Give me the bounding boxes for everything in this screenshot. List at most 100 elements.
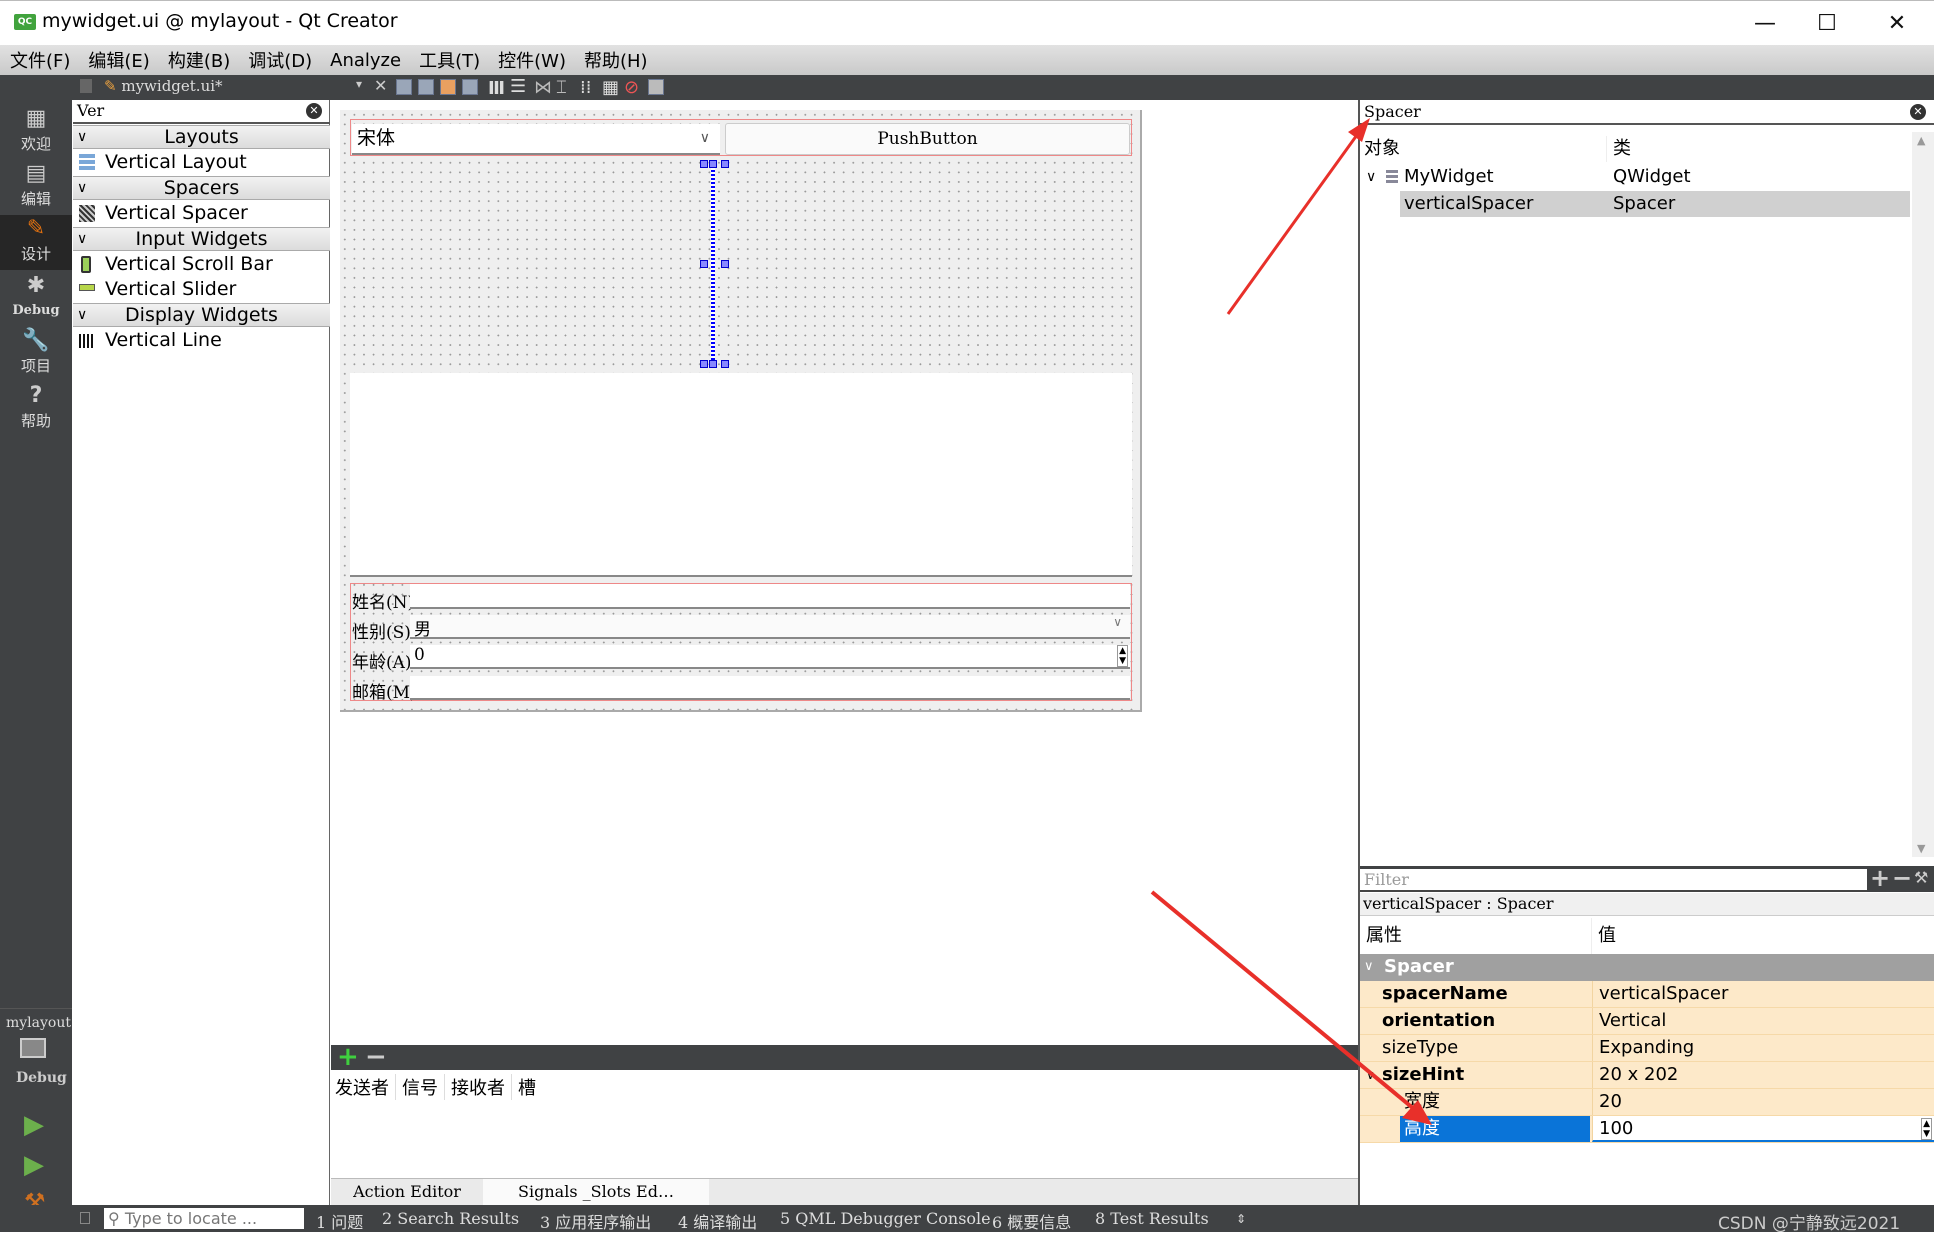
age-spin-box[interactable]: 0 ▲ ▼ <box>410 645 1130 669</box>
resize-handle[interactable] <box>700 260 708 268</box>
widget-vertical-scroll-bar[interactable]: Vertical Scroll Bar <box>73 252 330 277</box>
property-row[interactable]: 宽度 20 <box>1360 1089 1934 1116</box>
pane-qml-debugger-console[interactable]: 5 QML Debugger Console <box>780 1209 991 1228</box>
email-input[interactable] <box>410 676 1130 700</box>
widget-vertical-layout[interactable]: Vertical Layout <box>73 150 330 175</box>
run-icon[interactable]: ▶ <box>24 1110 44 1140</box>
menu-build[interactable]: 构建(B) <box>168 47 230 73</box>
menu-debug[interactable]: 调试(D) <box>248 47 312 73</box>
add-property-icon[interactable]: + <box>1870 864 1890 892</box>
more-panes-icon[interactable]: ⇕ <box>1236 1212 1246 1226</box>
pane-compile-output[interactable]: 4 编译输出 <box>678 1209 757 1233</box>
form-canvas[interactable]: 宋体 ∨ PushButton 姓名(N) 性别(S) 男 ∨ 年龄(A) 0 … <box>340 110 1142 712</box>
menu-tools[interactable]: 工具(T) <box>419 47 480 73</box>
category-input-widgets[interactable]: ∨ Input Widgets <box>73 227 330 251</box>
edit-signals-slots-icon[interactable] <box>418 79 434 95</box>
mode-projects[interactable]: 🔧 项目 <box>0 327 72 382</box>
menu-edit[interactable]: 编辑(E) <box>88 47 149 73</box>
resize-handle[interactable] <box>700 160 708 168</box>
resize-handle[interactable] <box>721 360 729 368</box>
document-dropdown-icon[interactable]: ▾ <box>356 77 362 91</box>
object-scrollbar[interactable]: ▲ ▼ <box>1912 132 1934 857</box>
category-display-widgets[interactable]: ∨ Display Widgets <box>73 303 330 327</box>
mode-edit[interactable]: ▤ 编辑 <box>0 160 72 215</box>
property-row[interactable]: 高度 100 ▲ ▼ <box>1360 1116 1934 1143</box>
property-value-input[interactable]: 100 <box>1592 1116 1934 1142</box>
spin-arrows-icon[interactable]: ▲ ▼ <box>1117 645 1128 667</box>
scroll-up-icon[interactable]: ▲ <box>1917 134 1925 147</box>
maximize-button[interactable]: ☐ <box>1792 1 1862 46</box>
column-value[interactable]: 值 <box>1592 918 1616 954</box>
widget-filter-input[interactable]: Ver <box>73 100 330 124</box>
menu-help[interactable]: 帮助(H) <box>584 47 648 73</box>
layout-v-splitter-icon[interactable]: ⌶ <box>556 77 567 98</box>
push-button[interactable]: PushButton <box>725 123 1130 155</box>
property-row[interactable]: sizeHint 20 x 202 ∨ <box>1360 1062 1934 1089</box>
column-receiver[interactable]: 接收者 <box>445 1074 512 1100</box>
toggle-sidebar-icon[interactable] <box>80 1212 90 1224</box>
menu-analyze[interactable]: Analyze <box>330 50 401 71</box>
resize-handle[interactable] <box>709 160 717 168</box>
mode-help[interactable]: ? 帮助 <box>0 382 72 437</box>
document-selector[interactable]: ✎ mywidget.ui* <box>104 77 223 95</box>
chevron-down-icon[interactable]: ∨ <box>1366 1062 1375 1088</box>
mode-debug[interactable]: ✱ Debug <box>0 272 72 327</box>
widget-vertical-slider[interactable]: Vertical Slider <box>73 277 330 302</box>
adjust-size-icon[interactable] <box>648 79 664 95</box>
object-row-verticalspacer[interactable]: verticalSpacer Spacer <box>1400 191 1910 217</box>
category-spacers[interactable]: ∨ Spacers <box>73 176 330 200</box>
pane-application-output[interactable]: 3 应用程序输出 <box>540 1209 651 1233</box>
clear-filter-icon[interactable]: ✕ <box>1910 104 1926 120</box>
resize-handle[interactable] <box>700 360 708 368</box>
pane-general-messages[interactable]: 6 概要信息 <box>992 1209 1071 1233</box>
column-slot[interactable]: 槽 <box>512 1074 542 1100</box>
clear-filter-icon[interactable]: ✕ <box>306 103 322 119</box>
layout-horizontal-icon[interactable]: Ⅲ <box>488 78 505 99</box>
kit-build-config[interactable]: Debug <box>16 1070 67 1086</box>
property-row[interactable]: orientation Vertical <box>1360 1008 1934 1035</box>
object-row-mywidget[interactable]: ∨ MyWidget QWidget <box>1362 164 1910 190</box>
chevron-down-icon[interactable]: ∨ <box>1366 164 1376 190</box>
column-signal[interactable]: 信号 <box>396 1074 445 1100</box>
tab-action-editor[interactable]: Action Editor <box>331 1179 483 1206</box>
configure-wrench-icon[interactable]: ⚒ <box>1914 868 1928 887</box>
property-row[interactable]: spacerName verticalSpacer <box>1360 981 1934 1008</box>
column-object[interactable]: 对象 <box>1362 136 1607 162</box>
widget-vertical-spacer[interactable]: Vertical Spacer <box>73 201 330 226</box>
scroll-down-icon[interactable]: ▼ <box>1917 842 1925 855</box>
vertical-spacer[interactable] <box>711 162 715 362</box>
tab-signals-slots-editor[interactable]: Signals _Slots Ed… <box>483 1179 709 1206</box>
pane-issues[interactable]: 1 问题 <box>316 1209 363 1233</box>
edit-buddies-icon[interactable] <box>440 79 456 95</box>
resize-handle[interactable] <box>721 260 729 268</box>
property-filter-input[interactable]: Filter <box>1360 868 1867 892</box>
monitor-icon[interactable] <box>20 1038 46 1058</box>
gender-combo-box[interactable]: 男 ∨ <box>410 615 1130 640</box>
layout-form-icon[interactable]: ⁞⁞ <box>580 77 591 98</box>
add-connection-icon[interactable]: + <box>337 1042 359 1072</box>
text-edit[interactable] <box>350 373 1132 577</box>
property-row[interactable]: sizeType Expanding <box>1360 1035 1934 1062</box>
layout-grid-icon[interactable]: ▦ <box>602 77 619 98</box>
column-property[interactable]: 属性 <box>1360 918 1592 954</box>
minimize-button[interactable]: — <box>1730 1 1800 46</box>
property-group-spacer[interactable]: ∨ Spacer <box>1360 954 1934 981</box>
column-sender[interactable]: 发送者 <box>335 1074 396 1100</box>
pane-test-results[interactable]: 8 Test Results <box>1095 1209 1209 1228</box>
resize-handle[interactable] <box>721 160 729 168</box>
close-document-button[interactable]: ✕ <box>374 76 387 95</box>
remove-property-icon[interactable]: − <box>1892 864 1912 892</box>
column-class[interactable]: 类 <box>1607 136 1631 162</box>
spin-arrows-icon[interactable]: ▲ ▼ <box>1921 1118 1932 1140</box>
layout-h-splitter-icon[interactable]: ⋈ <box>534 77 552 98</box>
font-combo-box[interactable]: 宋体 ∨ <box>352 124 720 155</box>
locate-input[interactable]: ⚲ Type to locate ... <box>104 1208 304 1229</box>
menu-widgets[interactable]: 控件(W) <box>498 47 566 73</box>
category-layouts[interactable]: ∨ Layouts <box>73 125 330 149</box>
edit-tab-order-icon[interactable] <box>462 79 478 95</box>
mode-design[interactable]: ✎ 设计 <box>0 215 72 270</box>
debug-run-icon[interactable]: ▶ <box>24 1150 44 1180</box>
remove-connection-icon[interactable]: − <box>365 1042 387 1072</box>
close-button[interactable]: ✕ <box>1862 1 1932 46</box>
widget-vertical-line[interactable]: Vertical Line <box>73 328 330 353</box>
